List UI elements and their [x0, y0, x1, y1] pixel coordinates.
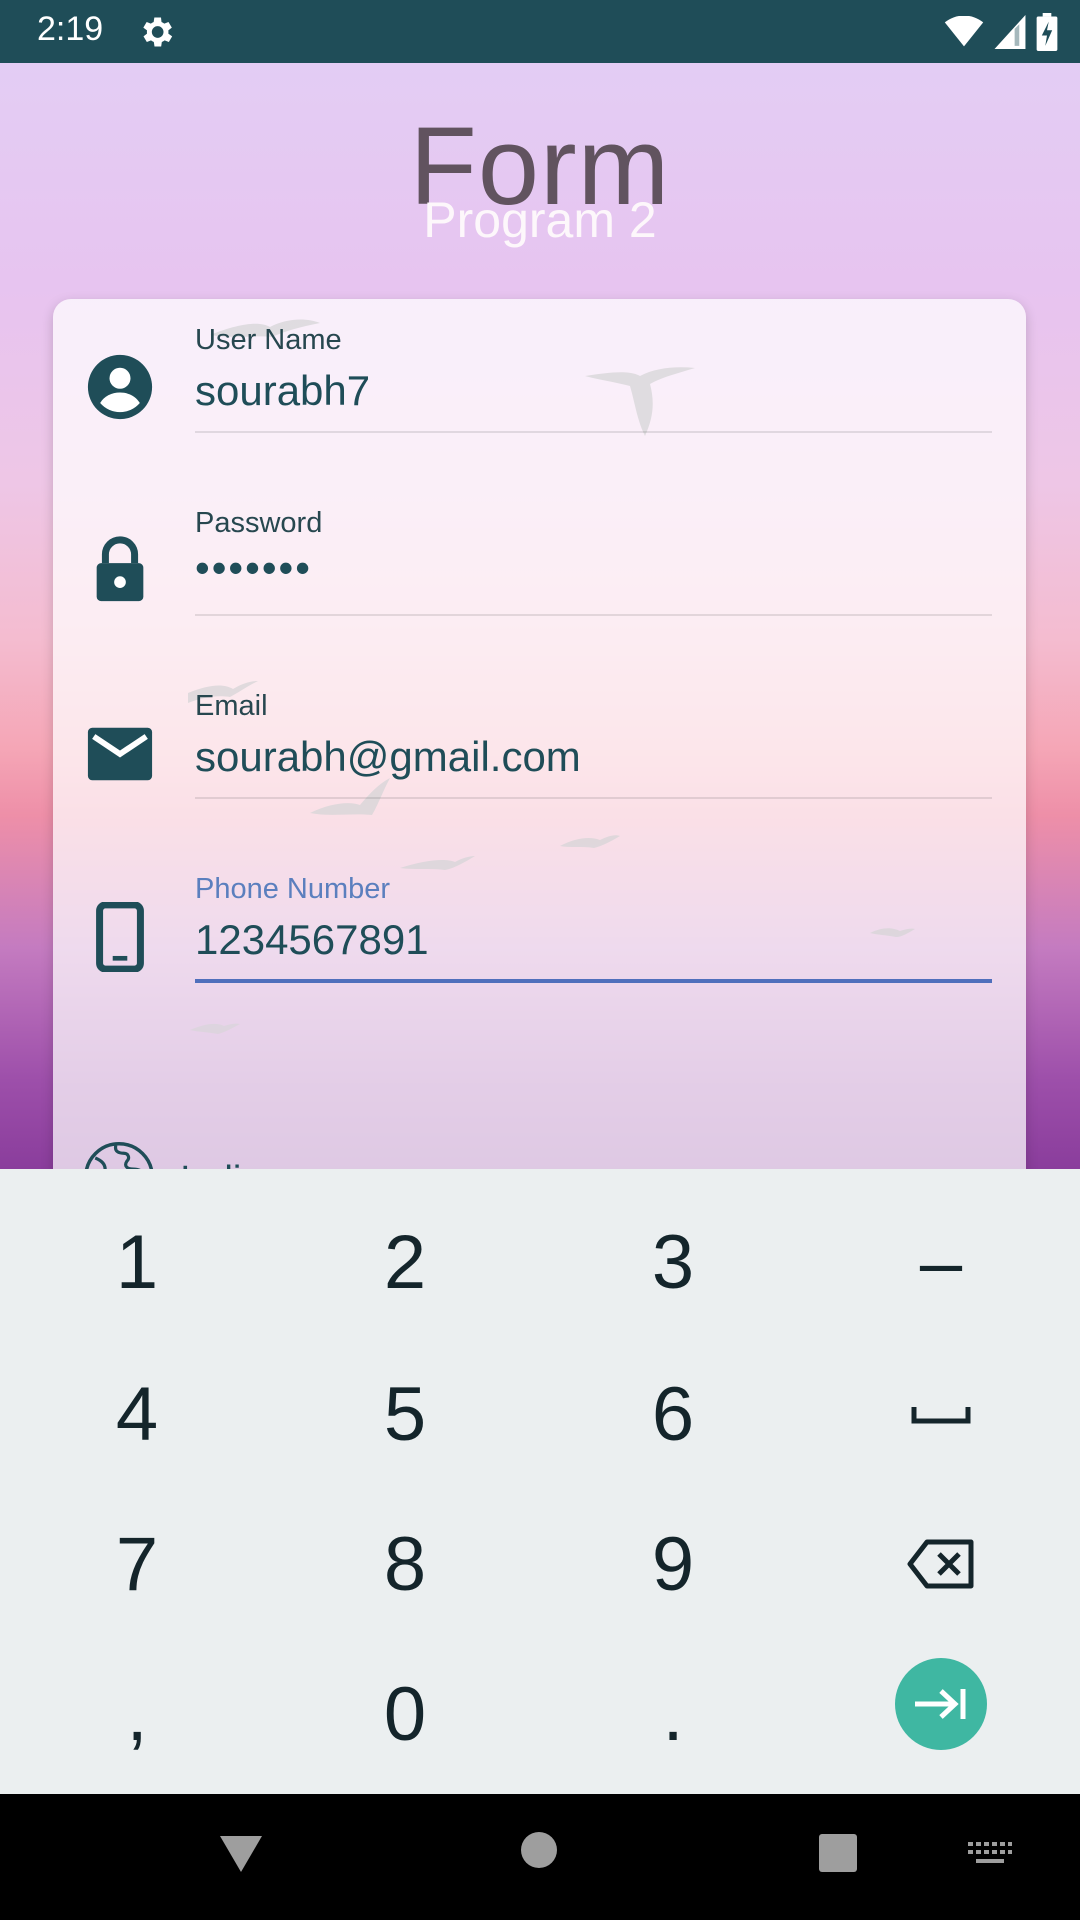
space-icon: [911, 1407, 971, 1424]
status-icons: [944, 12, 1058, 52]
password-underline: [195, 614, 992, 616]
key-8[interactable]: 8: [270, 1489, 540, 1639]
password-input[interactable]: •••••••: [195, 544, 312, 592]
key-1[interactable]: 1: [2, 1187, 272, 1337]
phone-icon: [96, 902, 144, 972]
wifi-icon: [944, 16, 984, 47]
password-field[interactable]: Password •••••••: [53, 502, 1026, 632]
numeric-keyboard: 1 2 3 – 4 5 6 7 8 9 , 0 .: [0, 1169, 1080, 1794]
username-field[interactable]: User Name sourabh7: [53, 319, 1026, 449]
key-next[interactable]: [806, 1629, 1076, 1779]
username-input[interactable]: sourabh7: [195, 367, 370, 415]
tab-next-icon: [915, 1689, 966, 1719]
key-4[interactable]: 4: [2, 1339, 272, 1489]
status-time: 2:19: [37, 10, 104, 48]
backspace-icon: [907, 1539, 974, 1589]
phone-label: Phone Number: [195, 873, 391, 905]
email-field[interactable]: Email sourabh@gmail.com: [53, 685, 1026, 815]
lock-icon: [96, 536, 144, 602]
key-comma[interactable]: ,: [2, 1639, 272, 1789]
phone-input[interactable]: 1234567891: [195, 916, 429, 964]
page-subtitle: Program 2: [423, 192, 657, 248]
battery-icon: [1036, 13, 1058, 51]
form-card: User Name sourabh7 Password ••••••• Emai…: [53, 299, 1026, 1169]
password-label: Password: [195, 507, 323, 539]
key-0[interactable]: 0: [270, 1639, 540, 1789]
home-icon[interactable]: [519, 1830, 559, 1870]
account-circle-icon: [87, 354, 153, 420]
phone-field[interactable]: Phone Number 1234567891: [53, 868, 1026, 998]
country-dropdown[interactable]: India: [53, 1139, 1026, 1169]
email-icon: [87, 727, 153, 781]
email-label: Email: [195, 690, 268, 722]
country-value: India: [180, 1159, 262, 1169]
navigation-bar: [0, 1794, 1080, 1920]
back-icon[interactable]: [218, 1832, 264, 1876]
email-underline: [195, 797, 992, 799]
key-6[interactable]: 6: [538, 1339, 808, 1489]
key-dash[interactable]: –: [806, 1187, 1076, 1337]
key-backspace[interactable]: [806, 1489, 1076, 1639]
signal-icon: [994, 15, 1026, 49]
key-space[interactable]: [806, 1339, 1076, 1489]
username-label: User Name: [195, 324, 342, 356]
next-button[interactable]: [895, 1658, 987, 1750]
globe-icon: [84, 1142, 154, 1169]
settings-icon: [143, 17, 173, 47]
email-input[interactable]: sourabh@gmail.com: [195, 733, 581, 781]
key-3[interactable]: 3: [538, 1187, 808, 1337]
key-9[interactable]: 9: [538, 1489, 808, 1639]
status-bar: 2:19: [0, 0, 1080, 63]
username-underline: [195, 431, 992, 433]
app-content: Form Program 2 User Name sourabh7 Passwo…: [0, 63, 1080, 1169]
key-2[interactable]: 2: [270, 1187, 540, 1337]
key-7[interactable]: 7: [2, 1489, 272, 1639]
recents-icon[interactable]: [817, 1832, 859, 1874]
phone-underline: [195, 979, 992, 983]
keyboard-switch-icon[interactable]: [968, 1842, 1012, 1866]
key-period[interactable]: .: [538, 1639, 808, 1789]
key-5[interactable]: 5: [270, 1339, 540, 1489]
